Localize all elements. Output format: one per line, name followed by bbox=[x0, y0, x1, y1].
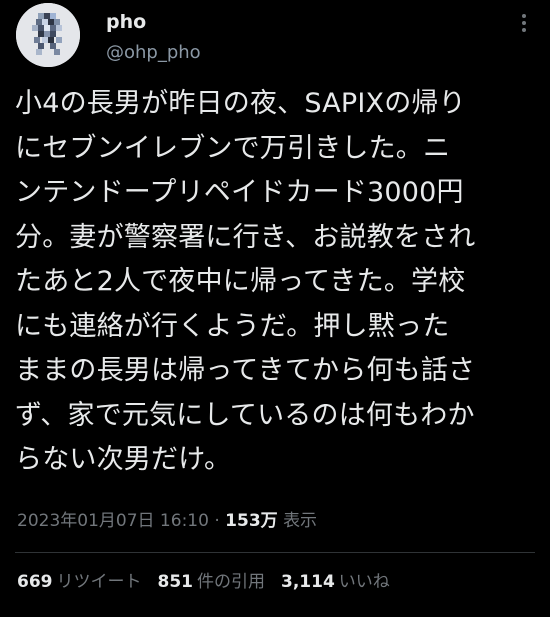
pixel-figure-avatar-icon bbox=[16, 3, 80, 67]
views-label: 表示 bbox=[283, 511, 318, 531]
likes-label: いいね bbox=[338, 572, 390, 592]
avatar[interactable] bbox=[16, 3, 80, 67]
views-count: 153万 bbox=[225, 511, 278, 531]
more-options-button[interactable] bbox=[514, 10, 534, 36]
quotes-stat[interactable]: 851 件の引用 bbox=[158, 570, 266, 594]
more-vertical-icon bbox=[522, 14, 526, 32]
user-handle[interactable]: @ohp_pho bbox=[106, 41, 201, 65]
retweets-count: 669 bbox=[17, 572, 53, 592]
likes-count: 3,114 bbox=[281, 572, 335, 592]
display-name[interactable]: pho bbox=[106, 10, 146, 34]
quotes-count: 851 bbox=[157, 572, 194, 592]
quotes-label: 件の引用 bbox=[197, 572, 265, 592]
tweet-meta: 2023年01月07日 16:10 · 153万 表示 bbox=[17, 509, 317, 533]
meta-separator: · bbox=[214, 511, 220, 531]
retweets-label: リツイート bbox=[56, 572, 142, 592]
divider bbox=[15, 552, 535, 553]
tweet: pho @ohp_pho 小4の長男が昨日の夜、SAPIXの帰り にセブンイレブ… bbox=[0, 0, 550, 617]
retweets-stat[interactable]: 669 リツイート bbox=[17, 570, 142, 594]
engagement-stats: 669 リツイート 851 件の引用 3,114 いいね bbox=[17, 570, 406, 594]
timestamp-link[interactable]: 2023年01月07日 16:10 bbox=[17, 511, 209, 531]
tweet-text: 小4の長男が昨日の夜、SAPIXの帰り にセブンイレブンで万引きした。ニ ンテン… bbox=[15, 88, 476, 475]
likes-stat[interactable]: 3,114 いいね bbox=[281, 570, 390, 594]
